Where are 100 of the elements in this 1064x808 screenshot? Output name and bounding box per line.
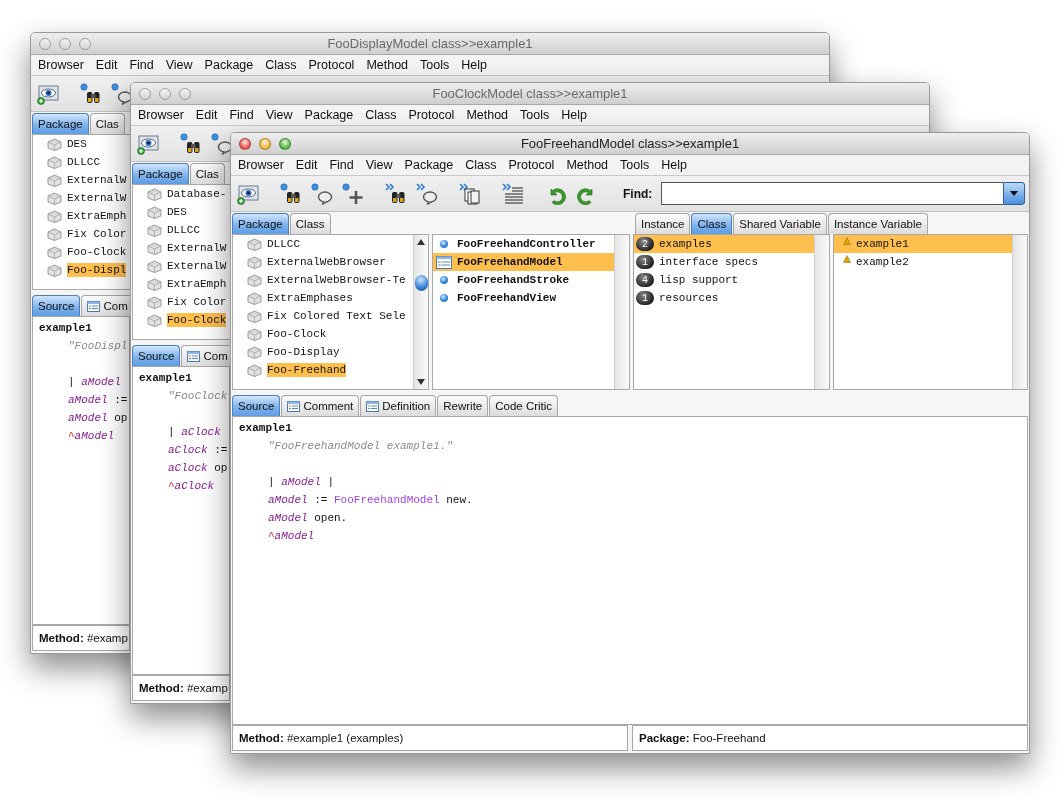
tab[interactable]: Code Critic bbox=[489, 395, 559, 416]
tab[interactable]: Package bbox=[232, 213, 289, 234]
package-item[interactable]: ExternalW bbox=[67, 173, 127, 187]
package-item[interactable]: Foo-Clock bbox=[67, 245, 127, 259]
menu-item[interactable]: Browser bbox=[132, 108, 190, 122]
package-item[interactable]: DES bbox=[167, 205, 187, 219]
tab[interactable]: Clas bbox=[89, 113, 125, 134]
class-item[interactable]: FooFreehandController bbox=[433, 235, 614, 253]
tab[interactable]: Instance bbox=[635, 213, 691, 234]
menu-item[interactable]: View bbox=[359, 158, 399, 172]
category-row[interactable]: 2 examples bbox=[634, 235, 814, 253]
menu-item[interactable]: Package bbox=[398, 158, 460, 172]
menu-item[interactable]: Find bbox=[323, 158, 360, 172]
tab[interactable]: Comment bbox=[281, 395, 360, 416]
scroll-bar[interactable] bbox=[413, 235, 428, 389]
menu-item[interactable]: Tools bbox=[614, 158, 656, 172]
package-item[interactable]: DLLCC bbox=[67, 155, 100, 169]
class-item[interactable]: FooFreehandView bbox=[433, 289, 614, 307]
scroll-bar[interactable] bbox=[614, 235, 629, 389]
tab[interactable]: Clas bbox=[189, 163, 225, 184]
menu-item[interactable]: Help bbox=[655, 158, 693, 172]
tab[interactable]: Source bbox=[232, 395, 281, 416]
menu-item[interactable]: Method bbox=[460, 108, 515, 122]
package-item[interactable]: Foo-Freehand bbox=[267, 363, 347, 377]
speech-bubble-icon[interactable] bbox=[111, 82, 133, 105]
category-row[interactable]: 1 interface specs bbox=[634, 253, 814, 271]
speech-bubble-icon[interactable] bbox=[311, 182, 333, 205]
class-item[interactable]: FooFreehandModel bbox=[433, 253, 614, 271]
tab[interactable]: Class bbox=[691, 213, 733, 234]
package-item[interactable]: Fix Color bbox=[167, 295, 227, 309]
menu-item[interactable]: Find bbox=[223, 108, 260, 122]
package-item[interactable]: DLLCC bbox=[267, 237, 300, 251]
scroll-bar[interactable] bbox=[814, 235, 829, 389]
tab[interactable]: Source bbox=[132, 345, 181, 366]
menu-item[interactable]: Help bbox=[455, 58, 493, 72]
package-item[interactable]: ExternalW bbox=[67, 191, 127, 205]
menu-item[interactable]: Tools bbox=[414, 58, 456, 72]
text-lines-icon[interactable] bbox=[502, 182, 524, 205]
package-item[interactable]: ExtraEmph bbox=[167, 277, 227, 291]
category-row[interactable]: 4 lisp support bbox=[634, 271, 814, 289]
menu-item[interactable]: Package bbox=[198, 58, 260, 72]
menu-item[interactable]: Class bbox=[459, 158, 503, 172]
tab[interactable]: Instance Variable bbox=[827, 213, 928, 234]
menu-item[interactable]: Protocol bbox=[502, 158, 561, 172]
menu-item[interactable]: Method bbox=[560, 158, 615, 172]
class-item[interactable]: FooFreehandStroke bbox=[433, 271, 614, 289]
tab[interactable]: Class bbox=[289, 213, 331, 234]
menu-item[interactable]: Protocol bbox=[402, 108, 461, 122]
code-editor[interactable]: example1 "FooDispl | aModel aModel := aModel op ^aModel bbox=[32, 316, 130, 625]
plus-icon[interactable] bbox=[342, 182, 364, 205]
package-item[interactable]: Fix Colored Text Sele bbox=[267, 309, 406, 323]
menu-item[interactable]: Edit bbox=[189, 108, 224, 122]
eye-icon[interactable] bbox=[237, 182, 259, 205]
tab[interactable]: Definition bbox=[360, 395, 437, 416]
package-item[interactable]: DLLCC bbox=[167, 223, 200, 237]
binoculars-icon[interactable] bbox=[80, 82, 102, 105]
dropdown-button[interactable] bbox=[1003, 182, 1025, 205]
menu-item[interactable]: View bbox=[259, 108, 299, 122]
menu-item[interactable]: Method bbox=[360, 58, 415, 72]
category-row[interactable]: 1 resources bbox=[634, 289, 814, 307]
tab[interactable]: Source bbox=[32, 295, 81, 316]
speech-bubble-icon[interactable] bbox=[416, 182, 438, 205]
code-editor[interactable]: example1 "FooFreehandModel example1." | aModel | aModel := FooFreehandModel new. aModel open. ^aModel bbox=[232, 416, 1028, 725]
menu-item[interactable]: Protocol bbox=[302, 58, 361, 72]
package-item[interactable]: ExternalW bbox=[167, 241, 227, 255]
binoculars-icon[interactable] bbox=[280, 182, 302, 205]
tab[interactable]: Package bbox=[132, 163, 189, 184]
menu-item[interactable]: Browser bbox=[32, 58, 90, 72]
tab[interactable]: Package bbox=[32, 113, 89, 134]
documents-icon[interactable] bbox=[459, 182, 481, 205]
menu-item[interactable]: Browser bbox=[232, 158, 290, 172]
menu-item[interactable]: Class bbox=[359, 108, 403, 122]
minimize-button[interactable] bbox=[259, 137, 271, 150]
package-item[interactable]: DES bbox=[67, 137, 87, 151]
package-item[interactable]: Foo-Clock bbox=[267, 327, 327, 341]
package-item[interactable]: Foo-Display bbox=[267, 345, 340, 359]
menu-item[interactable]: View bbox=[159, 58, 199, 72]
menu-item[interactable]: Package bbox=[298, 108, 360, 122]
package-item[interactable]: ExternalW bbox=[167, 259, 227, 273]
find-field[interactable] bbox=[661, 182, 1003, 205]
package-item[interactable]: Fix Color bbox=[67, 227, 127, 241]
tab[interactable]: Rewrite bbox=[437, 395, 489, 416]
binoculars-icon[interactable] bbox=[180, 132, 202, 155]
package-item[interactable]: Foo-Displ bbox=[67, 263, 127, 277]
package-item[interactable]: ExternalWebBrowser bbox=[267, 255, 386, 269]
eye-icon[interactable] bbox=[37, 82, 59, 105]
package-item[interactable]: ExtraEmph bbox=[67, 209, 127, 223]
speech-bubble-icon[interactable] bbox=[211, 132, 233, 155]
menu-item[interactable]: Edit bbox=[89, 58, 124, 72]
scroll-bar[interactable] bbox=[1012, 235, 1027, 389]
package-item[interactable]: Database- bbox=[167, 187, 227, 201]
menu-item[interactable]: Help bbox=[555, 108, 593, 122]
package-item[interactable]: ExtraEmphases bbox=[267, 291, 353, 305]
zoom-button[interactable] bbox=[279, 137, 291, 150]
menu-item[interactable]: Edit bbox=[289, 158, 324, 172]
menu-item[interactable]: Find bbox=[123, 58, 160, 72]
menu-item[interactable]: Class bbox=[259, 58, 303, 72]
menu-item[interactable]: Tools bbox=[514, 108, 556, 122]
tab[interactable]: Shared Variable bbox=[733, 213, 827, 234]
package-item[interactable]: ExternalWebBrowser-Te bbox=[267, 273, 406, 287]
